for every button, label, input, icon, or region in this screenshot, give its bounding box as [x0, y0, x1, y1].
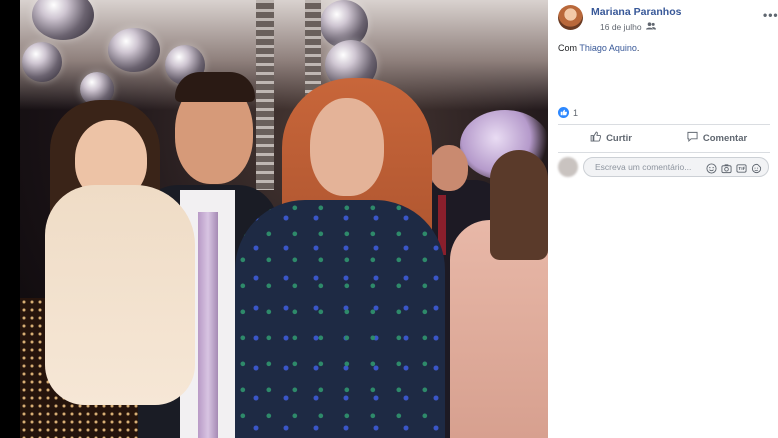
thumbs-up-icon — [590, 131, 602, 145]
tagged-person-link[interactable]: Thiago Aquino — [579, 43, 637, 53]
comment-button[interactable]: Comentar — [664, 128, 770, 148]
sticker-icon[interactable] — [751, 161, 762, 174]
speech-bubble-icon — [687, 131, 698, 145]
comment-composer: Escreva um comentário... — [558, 157, 770, 177]
divider-top — [558, 124, 770, 125]
post-sidebar: Mariana Paranhos 16 de julho ••• Com Thi… — [548, 0, 778, 438]
like-icon — [558, 107, 569, 118]
reaction-summary[interactable]: 1 — [558, 107, 578, 118]
comment-input[interactable]: Escreva um comentário... — [583, 157, 769, 177]
author-name[interactable]: Mariana Paranhos — [591, 6, 681, 18]
like-label: Curtir — [606, 132, 632, 144]
friends-icon[interactable] — [645, 22, 656, 32]
divider-bottom — [558, 152, 770, 153]
author-avatar[interactable] — [558, 5, 583, 30]
comment-placeholder: Escreva um comentário... — [595, 162, 692, 172]
post-photo — [20, 0, 548, 438]
action-bar: Curtir Comentar — [558, 128, 770, 148]
tagged-suffix: . — [636, 43, 640, 53]
post-header: Mariana Paranhos 16 de julho ••• — [558, 5, 778, 35]
commenter-avatar — [558, 157, 578, 177]
reaction-count: 1 — [573, 107, 579, 118]
gif-icon[interactable] — [736, 161, 747, 173]
comment-icons — [706, 161, 762, 174]
like-button[interactable]: Curtir — [558, 128, 664, 148]
tagged-line: Com Thiago Aquino. — [558, 43, 639, 53]
comment-label: Comentar — [702, 132, 748, 144]
emoji-icon[interactable] — [706, 161, 717, 174]
camera-icon[interactable] — [721, 161, 732, 174]
more-options-icon[interactable]: ••• — [763, 8, 778, 22]
post-date[interactable]: 16 de julho — [600, 22, 642, 32]
with-prefix: Com — [558, 43, 578, 53]
post-meta: 16 de julho — [600, 22, 656, 32]
photo-viewer — [0, 0, 548, 438]
